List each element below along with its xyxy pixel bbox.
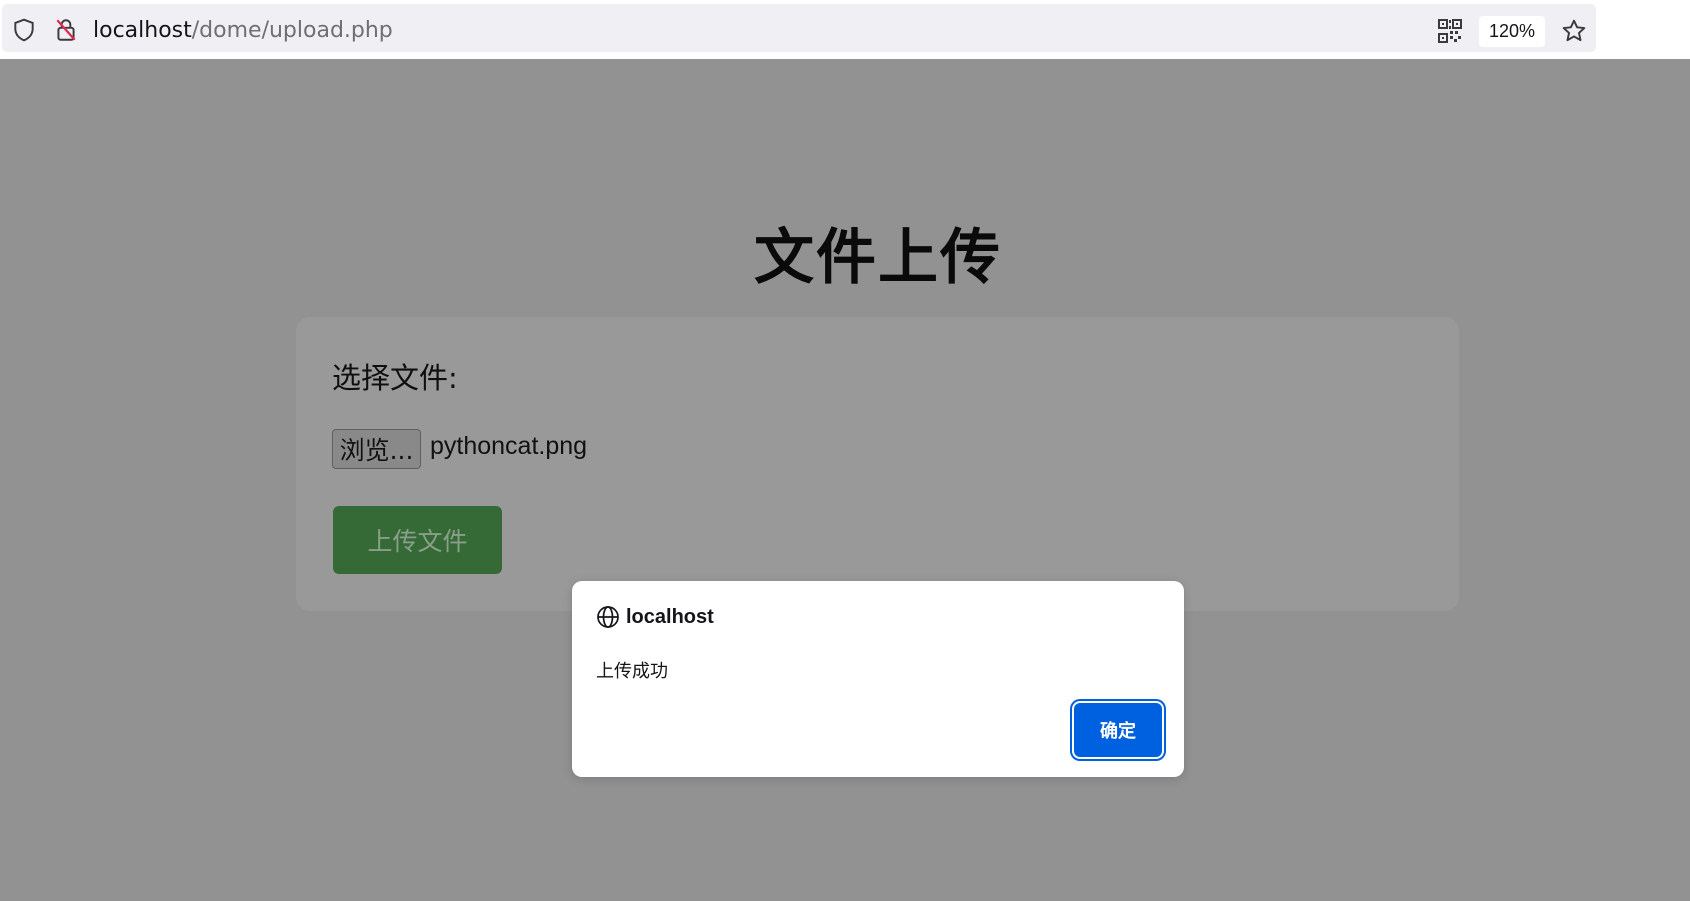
file-select-label: 选择文件:	[332, 361, 458, 395]
selected-file-name: pythoncat.png	[430, 432, 588, 460]
globe-icon	[596, 605, 620, 629]
qr-code-icon[interactable]	[1436, 17, 1464, 45]
page-title: 文件上传	[754, 223, 1002, 293]
dialog-origin: localhost	[626, 605, 714, 628]
address-bar[interactable]: localhost/dome/upload.php 120%	[2, 4, 1596, 52]
dialog-header: localhost	[596, 605, 714, 629]
browse-button[interactable]: 浏览...	[332, 429, 421, 469]
url-path: /dome/upload.php	[191, 18, 393, 43]
ok-button[interactable]: 确定	[1074, 703, 1162, 757]
upload-button[interactable]: 上传文件	[333, 506, 502, 574]
browser-toolbar: localhost/dome/upload.php 120%	[0, 0, 1690, 59]
insecure-lock-icon[interactable]	[52, 16, 80, 44]
upload-form-card: 选择文件: 浏览... pythoncat.png 上传文件	[296, 317, 1459, 611]
zoom-level-button[interactable]: 120%	[1479, 16, 1545, 47]
dialog-message: 上传成功	[596, 661, 668, 682]
url-host: localhost	[93, 18, 192, 43]
bookmark-star-icon[interactable]	[1559, 16, 1589, 46]
url-text[interactable]: localhost/dome/upload.php	[93, 18, 393, 44]
alert-dialog: localhost 上传成功 确定	[572, 581, 1184, 777]
shield-icon[interactable]	[10, 16, 38, 44]
